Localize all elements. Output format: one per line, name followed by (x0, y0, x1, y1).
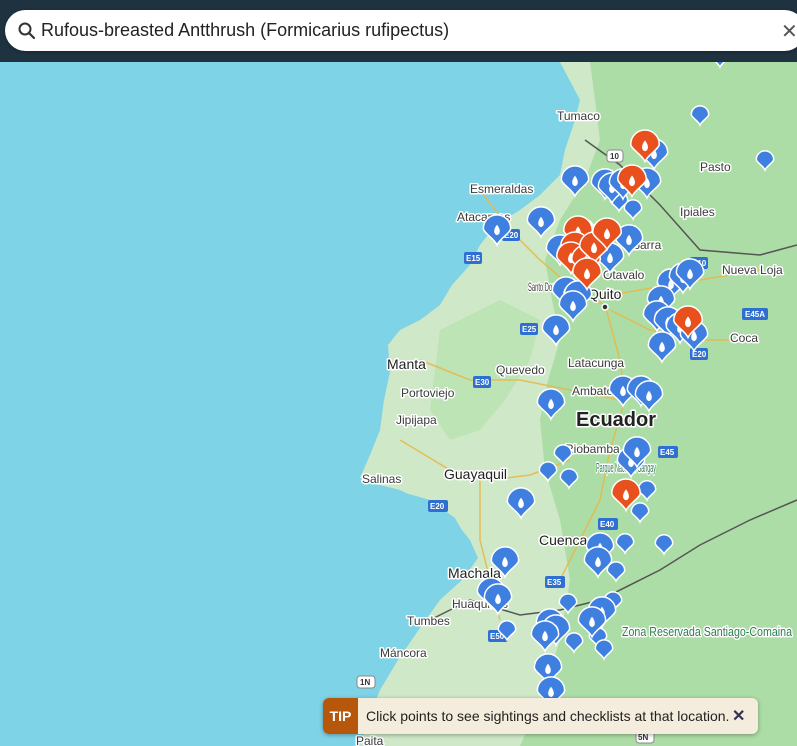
route-shield: E45A (742, 308, 768, 320)
place-label: Nueva Loja (722, 263, 783, 277)
svg-text:1N: 1N (360, 678, 370, 687)
svg-text:E45: E45 (660, 448, 675, 457)
svg-text:E35: E35 (547, 578, 562, 587)
route-shield: E45 (658, 446, 678, 458)
svg-text:10: 10 (610, 152, 619, 161)
place-label: Ambato (572, 384, 614, 398)
place-label: Salinas (362, 472, 401, 486)
park-label: Zona Reservada Santiago-Comaina (622, 624, 793, 639)
search-bar[interactable]: Rufous-breasted Antthrush (Formicarius r… (5, 10, 797, 51)
close-icon[interactable]: ✕ (781, 19, 797, 44)
place-label: Pasto (700, 160, 731, 174)
svg-text:E25: E25 (522, 325, 537, 334)
place-label: Latacunga (568, 356, 624, 370)
place-label: Quito (588, 286, 622, 302)
route-shield: E25 (520, 323, 538, 335)
place-label: Paita (356, 734, 384, 746)
place-label: Ipiales (680, 205, 715, 219)
route-shield: E20 (428, 500, 448, 512)
svg-text:E15: E15 (466, 254, 481, 263)
svg-text:E30: E30 (475, 378, 490, 387)
place-label: Coca (730, 331, 758, 345)
map-canvas[interactable]: 10 E20 E15 E25 E30 E10 E45A E45 E40 E35 … (0, 62, 797, 746)
place-label: Guayaquil (444, 466, 507, 482)
tip-banner: TIP Click points to see sightings and ch… (323, 698, 758, 734)
search-icon (18, 22, 36, 40)
route-shield: E30 (473, 376, 491, 388)
svg-text:E40: E40 (600, 520, 615, 529)
place-label: Jipijapa (396, 413, 437, 427)
close-icon[interactable]: ✕ (732, 706, 745, 726)
place-label: Quevedo (496, 363, 545, 377)
place-label: Riobamba (565, 442, 620, 456)
place-label: Tumbes (407, 614, 450, 628)
svg-text:E45A: E45A (745, 310, 765, 319)
svg-text:5N: 5N (638, 733, 648, 742)
place-label: Portoviejo (401, 386, 455, 400)
route-shield: E15 (464, 252, 482, 264)
route-shield: 10 (606, 149, 624, 163)
place-label: Máncora (380, 646, 427, 660)
svg-text:E20: E20 (430, 502, 445, 511)
route-shield: E35 (545, 576, 565, 588)
place-label: Esmeraldas (470, 182, 533, 196)
quito-marker-dot (601, 303, 609, 311)
tip-badge: TIP (323, 698, 358, 734)
place-label: Cuenca (539, 532, 587, 548)
place-label: Manta (387, 356, 426, 372)
tip-message: Click points to see sightings and checkl… (366, 708, 730, 724)
country-label: Ecuador (576, 409, 656, 431)
place-label: Tumaco (557, 109, 600, 123)
route-shield: 1N (356, 675, 376, 689)
route-shield: E40 (598, 518, 618, 530)
search-query[interactable]: Rufous-breasted Antthrush (Formicarius r… (41, 20, 449, 41)
